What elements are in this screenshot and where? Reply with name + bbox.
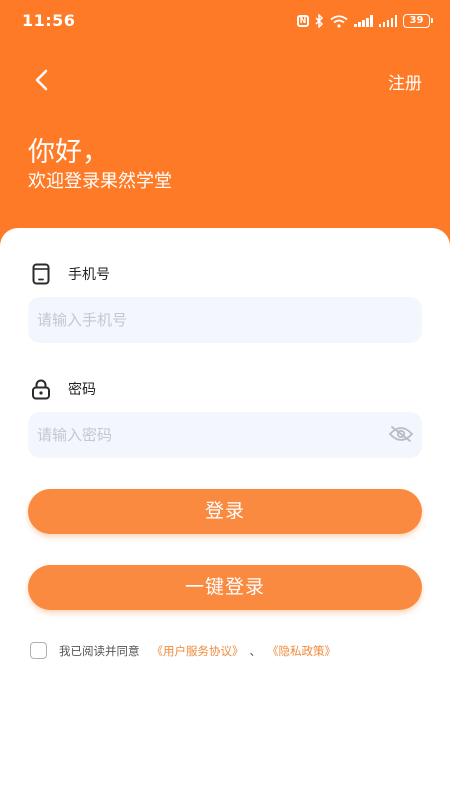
phone-icon	[30, 263, 52, 285]
back-button[interactable]	[28, 66, 56, 94]
greeting-subtitle: 欢迎登录果然学堂	[28, 171, 172, 192]
phone-label: 手机号	[68, 267, 110, 283]
password-label-row: 密码	[30, 378, 96, 400]
one-click-login-button[interactable]: 一键登录	[28, 565, 422, 610]
eye-off-icon[interactable]	[388, 424, 414, 444]
agreement-checkbox[interactable]	[30, 642, 47, 659]
lock-icon	[30, 378, 52, 400]
signal-icon	[378, 15, 397, 27]
wifi-icon	[330, 14, 348, 28]
login-button[interactable]: 登录	[28, 489, 422, 534]
agreement-prefix: 我已阅读并同意	[59, 643, 140, 658]
agreement-separator: 、	[249, 643, 262, 658]
battery-icon: 39	[403, 14, 433, 28]
phone-input[interactable]	[28, 297, 422, 343]
status-icons: N 39	[297, 12, 433, 30]
password-input[interactable]	[28, 412, 422, 458]
agreement-row: 我已阅读并同意 《用户服务协议》 、 《隐私政策》	[30, 642, 336, 659]
user-agreement-link[interactable]: 《用户服务协议》	[152, 643, 244, 659]
status-bar: 11:56 N 39	[0, 0, 450, 40]
nfc-icon: N	[297, 15, 309, 27]
header: 11:56 N 39 注册 你好， 欢迎登录果然学堂	[0, 0, 450, 250]
register-link[interactable]: 注册	[388, 69, 422, 94]
phone-label-row: 手机号	[30, 263, 110, 285]
password-label: 密码	[68, 382, 96, 398]
status-time: 11:56	[22, 11, 76, 30]
signal-icon	[354, 15, 373, 27]
privacy-policy-link[interactable]: 《隐私政策》	[267, 643, 336, 659]
greeting-title: 你好，	[28, 137, 109, 168]
bluetooth-icon	[315, 14, 324, 28]
